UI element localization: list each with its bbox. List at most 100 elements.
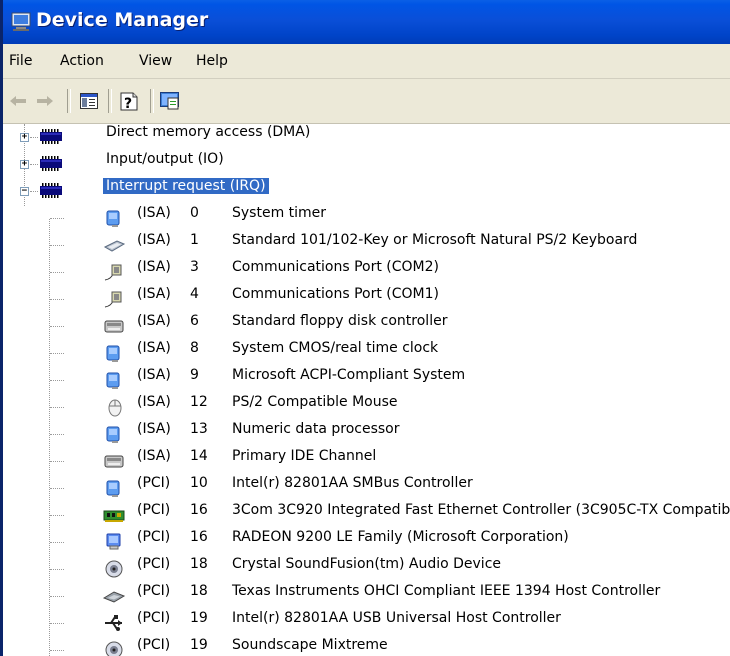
sound-device-icon — [103, 640, 125, 656]
menu-view[interactable]: View — [139, 53, 172, 69]
irq-number: 0 — [190, 205, 199, 221]
menu-help[interactable]: Help — [196, 53, 228, 69]
irq-bus: (PCI) — [137, 637, 171, 653]
help-icon: ? — [120, 92, 138, 112]
expand-toggle[interactable]: + — [20, 160, 29, 169]
device-name: Numeric data processor — [232, 421, 400, 437]
irq-device-row[interactable]: (ISA) 14 Primary IDE Channel — [3, 448, 730, 475]
tree-connector-line — [50, 650, 64, 651]
tree-category-row[interactable]: − Interrupt request (IRQ) — [3, 178, 730, 205]
device-manager-window: Device Manager File Action View Help ? +… — [0, 0, 730, 656]
tree-connector-line — [30, 191, 38, 192]
device-manager-icon — [11, 12, 31, 31]
expand-toggle[interactable]: + — [20, 133, 29, 142]
tree-connector-line — [50, 623, 64, 624]
disk-controller-icon — [103, 316, 125, 336]
device-name: Soundscape Mixtreme — [232, 637, 388, 653]
title-bar[interactable]: Device Manager — [3, 0, 730, 44]
device-name: System timer — [232, 205, 327, 221]
tree-connector-line — [50, 326, 64, 327]
irq-number: 19 — [190, 610, 208, 626]
device-name: System CMOS/real time clock — [232, 340, 439, 356]
toolbar-separator — [67, 89, 71, 113]
keyboard-icon — [103, 235, 126, 255]
irq-bus: (ISA) — [137, 394, 171, 410]
irq-number: 14 — [190, 448, 208, 464]
irq-number: 16 — [190, 502, 208, 518]
irq-bus: (ISA) — [137, 367, 171, 383]
device-name: Communications Port (COM2) — [232, 259, 439, 275]
category-label: Direct memory access (DMA) — [106, 124, 311, 140]
device-name: Standard 101/102-Key or Microsoft Natura… — [232, 232, 638, 248]
tree-connector-line — [50, 569, 64, 570]
irq-device-row[interactable]: (PCI) 16 RADEON 9200 LE Family (Microsoft … — [3, 529, 730, 556]
help-button[interactable]: ? — [115, 89, 145, 113]
system-device-icon — [103, 478, 125, 498]
irq-bus: (PCI) — [137, 583, 171, 599]
irq-device-row[interactable]: (PCI) 16 3Com 3C920 Integrated Fast Ethern… — [3, 502, 730, 529]
irq-number: 13 — [190, 421, 208, 437]
tree-connector-line — [50, 353, 64, 354]
device-name: Intel(r) 82801AA SMBus Controller — [232, 475, 473, 491]
irq-device-row[interactable]: (ISA) 4 Communications Port (COM1) — [3, 286, 730, 313]
device-name: Intel(r) 82801AA USB Universal Host Cont… — [232, 610, 561, 626]
tree-connector-line — [50, 272, 64, 273]
network-adapter-icon — [103, 505, 125, 525]
irq-bus: (ISA) — [137, 259, 171, 275]
irq-device-row[interactable]: (ISA) 0 System timer — [3, 205, 730, 232]
irq-device-row[interactable]: (PCI) 19 Intel(r) 82801AA USB Universal Ho… — [3, 610, 730, 637]
toolbar-separator — [108, 89, 112, 113]
resource-category-icon — [39, 154, 63, 174]
irq-device-row[interactable]: (ISA) 12 PS/2 Compatible Mouse — [3, 394, 730, 421]
forward-button[interactable] — [33, 89, 57, 113]
irq-device-row[interactable]: (ISA) 3 Communications Port (COM2) — [3, 259, 730, 286]
show-hide-tree-button[interactable] — [75, 89, 103, 113]
back-button[interactable] — [6, 89, 30, 113]
device-tree: + Direct memory access (DMA) + Input/output… — [3, 124, 730, 656]
tree-connector-line — [50, 596, 64, 597]
irq-device-row[interactable]: (ISA) 1 Standard 101/102-Key or Microsoft … — [3, 232, 730, 259]
tree-category-row[interactable]: + Direct memory access (DMA) — [3, 124, 730, 151]
tree-connector-line — [50, 542, 64, 543]
irq-device-row[interactable]: (ISA) 13 Numeric data processor — [3, 421, 730, 448]
tree-connector-line — [50, 245, 64, 246]
irq-device-row[interactable]: (PCI) 10 Intel(r) 82801AA SMBus Controller — [3, 475, 730, 502]
tree-category-row[interactable]: + Input/output (IO) — [3, 151, 730, 178]
collapse-toggle[interactable]: − — [20, 187, 29, 196]
device-name: Communications Port (COM1) — [232, 286, 439, 302]
system-device-icon — [103, 208, 125, 228]
ieee1394-icon — [102, 586, 126, 606]
properties-button[interactable] — [156, 89, 184, 113]
resource-category-icon — [39, 127, 63, 147]
show-hide-console-tree-icon — [80, 93, 98, 109]
menu-action[interactable]: Action — [60, 53, 104, 69]
tree-connector-line — [50, 407, 64, 408]
irq-device-row[interactable]: (PCI) 18 Texas Instruments OHCI Compliant … — [3, 583, 730, 610]
irq-number: 12 — [190, 394, 208, 410]
resource-category-icon — [39, 181, 63, 201]
irq-device-row[interactable]: (ISA) 9 Microsoft ACPI-Compliant System — [3, 367, 730, 394]
irq-number: 1 — [190, 232, 199, 248]
irq-bus: (ISA) — [137, 340, 171, 356]
category-label: Interrupt request (IRQ) — [103, 178, 269, 194]
irq-device-row[interactable]: (ISA) 8 System CMOS/real time clock — [3, 340, 730, 367]
toolbar: ? — [3, 79, 730, 124]
irq-bus: (PCI) — [137, 610, 171, 626]
port-icon — [103, 262, 125, 282]
irq-device-row[interactable]: (PCI) 19 Soundscape Mixtreme — [3, 637, 730, 656]
irq-bus: (ISA) — [137, 232, 171, 248]
irq-device-row[interactable]: (ISA) 6 Standard floppy disk controller — [3, 313, 730, 340]
menu-bar: File Action View Help — [3, 44, 730, 79]
tree-connector-line — [50, 434, 64, 435]
device-name: 3Com 3C920 Integrated Fast Ethernet Cont… — [232, 502, 730, 518]
device-name: PS/2 Compatible Mouse — [232, 394, 398, 410]
irq-number: 9 — [190, 367, 199, 383]
irq-number: 6 — [190, 313, 199, 329]
irq-device-row[interactable]: (PCI) 18 Crystal SoundFusion(tm) Audio Dev… — [3, 556, 730, 583]
tree-connector-line — [50, 461, 64, 462]
usb-icon — [103, 613, 125, 633]
sound-device-icon — [103, 559, 125, 579]
menu-file[interactable]: File — [9, 53, 32, 69]
system-device-icon — [103, 424, 125, 444]
forward-arrow-icon — [37, 96, 53, 106]
